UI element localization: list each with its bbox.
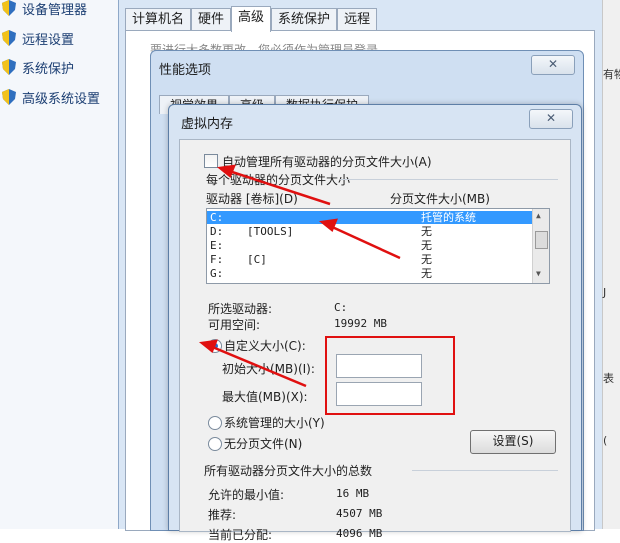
annotation-arrows (198, 164, 401, 388)
annotation-arrowhead (198, 339, 218, 354)
annotation-arrow (329, 224, 401, 260)
tab-advanced[interactable]: 高级 (231, 6, 272, 32)
annotation-arrowhead (216, 164, 236, 179)
annotation-arrowhead (318, 218, 338, 233)
annotation-arrow (209, 344, 307, 388)
annotation-arrow (225, 168, 331, 206)
